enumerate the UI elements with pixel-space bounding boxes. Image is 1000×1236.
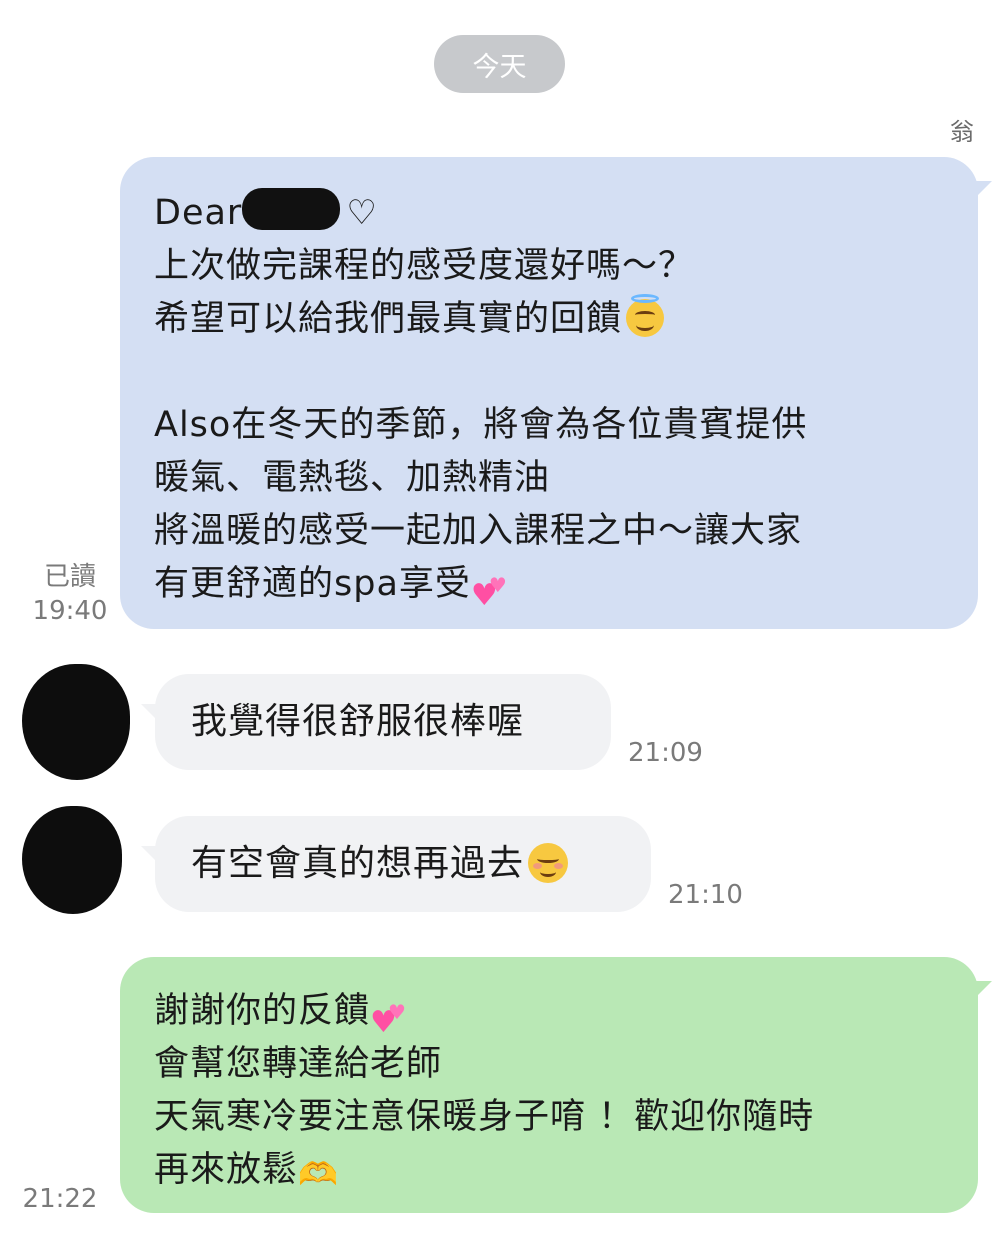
two-hearts-icon: ♥ ♥: [370, 1000, 407, 1040]
message-text: 有空會真的想再過去: [155, 816, 651, 912]
bubble-tail: [962, 981, 992, 1011]
message-line: 暖氣、電熱毯、加熱精油: [154, 458, 551, 498]
message-line: 謝謝你的反饋: [154, 991, 371, 1031]
outgoing-message-bubble[interactable]: Dear ♡ 上次做完課程的感受度還好嗎～？ 希望可以給我們最真實的回饋 Also…: [120, 157, 992, 629]
avatar[interactable]: [22, 806, 122, 914]
message-text: 我覺得很舒服很棒喔: [191, 701, 525, 742]
read-receipt-1: 已讀 19:40: [20, 560, 120, 628]
date-divider: 今天: [434, 35, 565, 93]
outgoing-message-bubble[interactable]: 謝謝你的反饋 ♥ ♥ 會幫您轉達給老師 天氣寒冷要注意保暖身子唷 ！歡迎你隨時 再來…: [120, 957, 992, 1213]
message-text: Dear ♡ 上次做完課程的感受度還好嗎～？ 希望可以給我們最真實的回饋 Also…: [154, 187, 944, 613]
message-time: 21:10: [668, 880, 743, 910]
smiling-face-with-halo-icon: [626, 294, 665, 337]
message-line: 天氣寒冷要注意保暖身子唷 ！歡迎你隨時: [154, 1097, 815, 1137]
incoming-message-bubble[interactable]: 我覺得很舒服很棒喔: [141, 674, 611, 770]
message-text: 謝謝你的反饋 ♥ ♥ 會幫您轉達給老師 天氣寒冷要注意保暖身子唷 ！歡迎你隨時 再來…: [154, 985, 944, 1201]
heart-outline-icon: ♡: [346, 193, 378, 233]
message-line: 再來放鬆: [154, 1150, 299, 1190]
message-line: 有空會真的想再過去: [191, 843, 525, 884]
greeting-text: Dear: [154, 193, 243, 233]
message-line: 會幫您轉達給老師: [154, 1044, 443, 1084]
incoming-message-bubble[interactable]: 有空會真的想再過去: [141, 816, 651, 912]
message-line: 上次做完課程的感受度還好嗎～？: [154, 246, 695, 286]
avatar[interactable]: [22, 664, 130, 780]
message-time: 19:40: [32, 596, 108, 626]
two-hearts-icon: ♥ ♥: [470, 573, 508, 613]
smiling-face-icon: [528, 843, 569, 883]
message-time: 21:22: [22, 1184, 98, 1214]
message-meta-2: 21:22: [20, 1182, 100, 1216]
message-line: Also在冬天的季節，將會為各位貴賓提供: [154, 405, 808, 445]
message-line: 有更舒適的spa享受: [154, 564, 471, 604]
message-time: 21:09: [628, 738, 703, 768]
message-line: 將溫暖的感受一起加入課程之中～讓大家: [154, 511, 803, 551]
heart-hands-icon: 🫶: [298, 1155, 339, 1193]
read-label: 已讀: [43, 562, 96, 592]
message-line: 希望可以給我們最真實的回饋: [154, 299, 623, 339]
sender-name: 翁: [950, 118, 974, 146]
redacted-name: [242, 188, 341, 230]
bubble-tail: [962, 181, 992, 211]
